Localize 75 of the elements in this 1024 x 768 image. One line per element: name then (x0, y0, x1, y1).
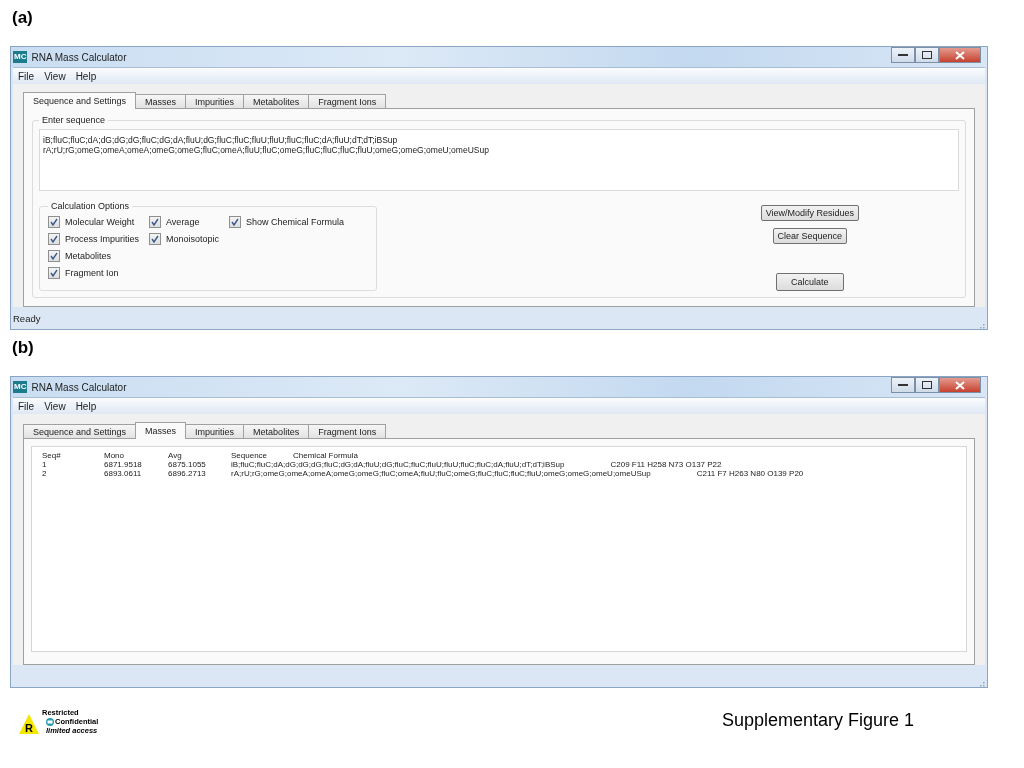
result-text: 6893.0611 (104, 469, 142, 478)
group-title: Calculation Options (50, 201, 131, 211)
column-header: Chemical Formula (293, 451, 358, 460)
maximize-icon (922, 381, 932, 389)
menu-item[interactable]: View (39, 70, 71, 82)
tab[interactable]: Masses (135, 94, 187, 108)
badge-icon (46, 717, 54, 726)
close-button[interactable] (939, 377, 981, 393)
checkbox-label: Fragment Ion (65, 268, 119, 278)
menu-item[interactable]: File (13, 70, 40, 82)
tab[interactable]: Metabolites (243, 424, 310, 438)
menu-item[interactable]: Help (70, 70, 102, 82)
tab[interactable]: Fragment Ions (308, 424, 387, 438)
checkbox-label: Monoisotopic (166, 234, 220, 244)
tab[interactable]: Masses (135, 422, 187, 439)
group-title: Enter sequence (41, 115, 107, 125)
tab[interactable]: Fragment Ions (308, 94, 387, 108)
tab[interactable]: Sequence and Settings (23, 92, 137, 109)
warning-triangle-icon: R (18, 713, 40, 735)
result-text: iB;fluC;fluC;dA;dG;dG;dG;fluC;dG;dA;fluU;dG;fluC;fluC;fluU;fluU;fluC;fluC;dA;fluU;dT;dT;iBSup (231, 460, 565, 469)
close-icon (955, 380, 965, 390)
checkbox-label: Process Impurities (65, 234, 140, 244)
app-icon: MC (13, 381, 28, 393)
window-title: RNA Mass Calculator (31, 381, 127, 393)
checkbox[interactable] (48, 250, 60, 262)
checkbox[interactable] (48, 267, 60, 279)
app-icon: MC (13, 51, 28, 63)
checkbox-label: Metabolites (65, 251, 112, 261)
checkbox[interactable] (48, 216, 60, 228)
result-text: C209 F11 H258 N73 O137 P22 (610, 460, 722, 469)
menu-item[interactable]: View (39, 400, 71, 412)
column-header: Mono (104, 451, 124, 460)
push-button[interactable]: View/Modify Residues (760, 205, 859, 221)
minimize-button[interactable] (891, 377, 915, 393)
minimize-icon (898, 53, 908, 57)
checkbox[interactable] (149, 216, 162, 228)
result-text: 6875.1055 (168, 460, 206, 469)
result-text: C211 F7 H263 N80 O139 P20 (696, 469, 804, 478)
column-header: Seq# (42, 451, 61, 460)
checkbox[interactable] (229, 216, 242, 228)
result-text: 6871.9518 (104, 460, 142, 469)
result-text: rA;rU;rG;omeG;omeA;omeA;omeG;omeG;fluC;omeA;fluU;fluC;omeG;fluC;fluC;fluC;fluU;omeG;omeG;omeU;omeUSup (231, 469, 651, 478)
maximize-button[interactable] (915, 47, 939, 63)
tab[interactable]: Impurities (185, 94, 245, 108)
minimize-icon (898, 383, 908, 387)
result-text: 6896.2713 (168, 469, 206, 478)
tab[interactable]: Impurities (185, 424, 245, 438)
result-text: 1 (42, 460, 47, 469)
result-text: 2 (42, 469, 47, 478)
checkbox[interactable] (48, 233, 60, 245)
tab[interactable]: Sequence and Settings (23, 424, 137, 438)
menu-item[interactable]: File (13, 400, 40, 412)
push-button[interactable]: Calculate (776, 273, 844, 291)
menu-item[interactable]: Help (70, 400, 102, 412)
maximize-button[interactable] (915, 377, 939, 393)
figure-label: (b) (12, 338, 34, 359)
minimize-button[interactable] (891, 47, 915, 63)
sequence-field[interactable]: iB;fluC;fluC;dA;dG;dG;dG;fluC;dG;dA;fluU;dG;fluC;fluC;fluU;fluU;fluC;fluC;dA;fluU;dT;dT;iBSup rA;rU;rG;omeG;omeA;omeA;omeG;omeG;fluC;omeA;fluU;fluC;omeG;fluC;fluC;fluC;fluU;omeG;omeG;omeU;omeUSup (39, 129, 959, 191)
close-button[interactable] (939, 47, 981, 63)
column-header: Sequence (231, 451, 268, 460)
figure-label: (a) (12, 8, 33, 29)
checkbox[interactable] (149, 233, 162, 245)
checkbox-label: Average (166, 217, 200, 227)
maximize-icon (922, 51, 932, 59)
checkbox-label: Show Chemical Formula (246, 217, 345, 227)
status-text: Ready (13, 312, 41, 324)
push-button[interactable]: Clear Sequence (772, 228, 848, 244)
resize-grip-icon[interactable] (977, 321, 985, 329)
column-header: Avg (168, 451, 182, 460)
checkbox-label: Molecular Weight (65, 217, 135, 227)
close-icon (955, 50, 965, 60)
figure-caption: Supplementary Figure 1 (721, 710, 914, 731)
resize-grip-icon[interactable] (977, 679, 985, 687)
window-title: RNA Mass Calculator (31, 51, 127, 63)
tab[interactable]: Metabolites (243, 94, 310, 108)
